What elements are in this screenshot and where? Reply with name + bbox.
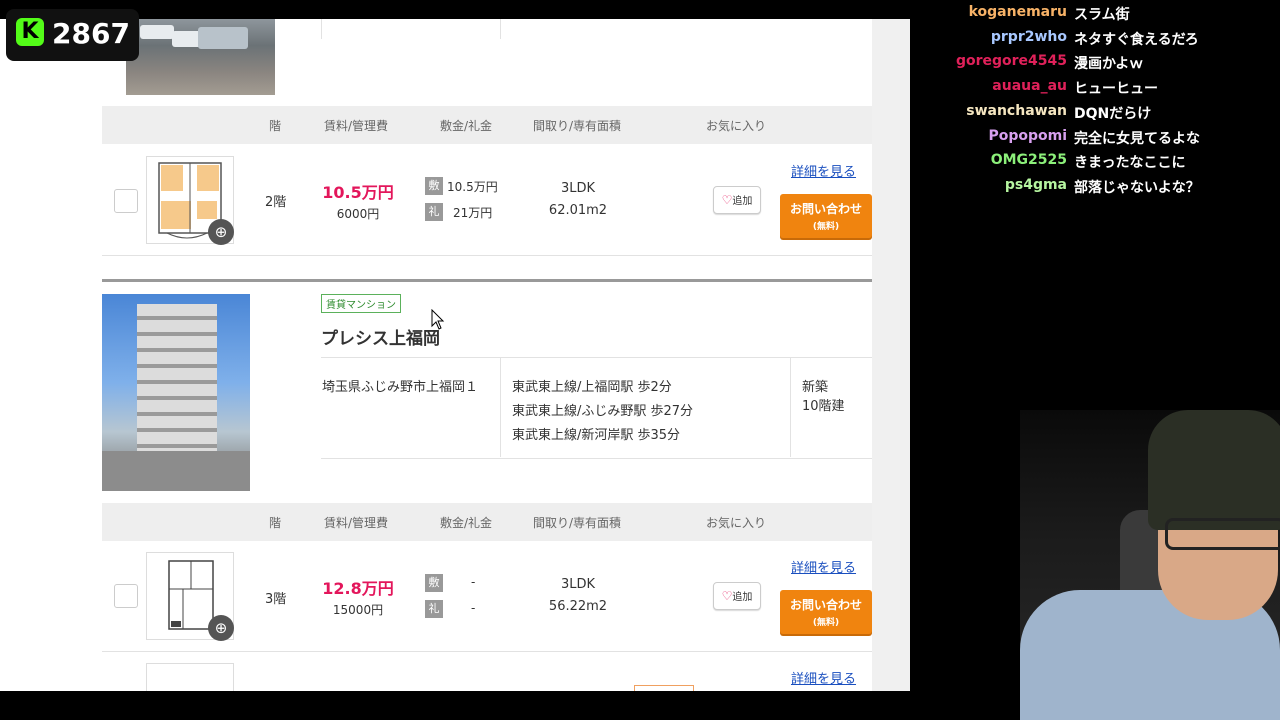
inquiry-button[interactable]: お問い合わせ (無料) <box>780 194 872 238</box>
new-badge-partial <box>634 685 694 691</box>
info-column-divider <box>790 357 791 457</box>
chat-username: koganemaru <box>968 4 1067 20</box>
inquiry-sub-label: (無料) <box>812 222 840 232</box>
unit-table-header: 階 賃料/管理費 敷金/礼金 間取り/専有面積 お気に入り <box>102 503 872 541</box>
header-floor: 階 <box>269 516 282 530</box>
header-layout: 間取り/専有面積 <box>533 516 622 530</box>
chat-message: ps4gma 部落じゃないよな？ <box>910 177 1280 201</box>
key-money-badge: 礼 <box>425 600 443 618</box>
info-divider <box>321 458 872 459</box>
heart-icon: ♡ <box>721 589 733 603</box>
kick-logo-icon: K <box>16 18 44 46</box>
favorite-label: 追加 <box>732 592 753 603</box>
header-rent: 賃料/管理費 <box>324 119 389 133</box>
key-money-badge: 礼 <box>425 203 443 221</box>
header-deposit: 敷金/礼金 <box>440 119 493 133</box>
unit-key-money: - <box>471 601 476 615</box>
row-divider <box>102 651 872 652</box>
chat-text: DQNだらけ <box>1074 105 1152 122</box>
station-access: 東武東上線/ふじみ野駅 歩27分 <box>512 404 694 419</box>
building-floors: 10階建 <box>802 399 845 414</box>
header-layout: 間取り/専有面積 <box>533 119 622 133</box>
info-column-divider <box>500 357 501 457</box>
favorite-label: 追加 <box>732 196 753 207</box>
unit-rent: 10.5万円 <box>322 183 394 202</box>
deposit-badge: 敷 <box>425 177 443 195</box>
listing-page: 階 賃料/管理費 敷金/礼金 間取り/専有面積 お気に入り ⊕ 2階 10.5万… <box>0 19 910 691</box>
unit-deposit: 10.5万円 <box>447 180 498 194</box>
chat-username: Popopomi <box>988 127 1067 144</box>
building-divider <box>102 279 872 282</box>
unit-rent: 12.8万円 <box>322 579 394 598</box>
unit-select-checkbox[interactable] <box>114 584 138 608</box>
chat-username: OMG2525 <box>990 152 1067 169</box>
view-details-link[interactable]: 詳細を見る <box>791 668 856 687</box>
chat-text: 完全に女見てるよな <box>1074 130 1200 147</box>
building-name[interactable]: プレシス上福岡 <box>321 324 440 349</box>
view-details-link[interactable]: 詳細を見る <box>791 161 856 180</box>
property-type-badge: 賃貸マンション <box>321 294 401 313</box>
chat-text: きまったなここに <box>1074 155 1186 172</box>
unit-admin-fee: 6000円 <box>336 207 380 221</box>
chat-username: prpr2who <box>990 28 1067 45</box>
chat-username: swanchawan <box>966 102 1067 119</box>
building-photo-previous[interactable] <box>126 19 275 95</box>
unit-select-checkbox[interactable] <box>114 189 138 213</box>
inquiry-label: お問い合わせ <box>789 202 862 216</box>
chat-username: ps4gma <box>1004 176 1067 193</box>
heart-icon: ♡ <box>721 193 733 207</box>
zoom-in-icon[interactable]: ⊕ <box>208 615 234 641</box>
chat-text: ネタすぐ食えるだろ <box>1074 31 1199 48</box>
header-deposit: 敷金/礼金 <box>440 516 493 530</box>
chat-text: 部落じゃないよな？ <box>1074 179 1200 196</box>
header-favorite: お気に入り <box>706 119 767 133</box>
station-access: 東武東上線/新河岸駅 歩35分 <box>512 428 681 443</box>
unit-area: 62.01m2 <box>548 203 608 218</box>
chat-text: 漫画かよｗ <box>1074 56 1144 73</box>
chat-username: goregore4545 <box>955 53 1067 70</box>
header-floor: 階 <box>269 119 282 133</box>
webcam-feed <box>1020 410 1280 720</box>
chat-text: ヒューヒュー <box>1074 81 1158 98</box>
chat-message: goregore4545 漫画かよｗ <box>910 53 1280 77</box>
chat-message: OMG2525 きまったなここに <box>910 152 1280 176</box>
unit-layout: 3LDK <box>560 181 596 196</box>
scrollbar[interactable] <box>872 19 910 691</box>
inquiry-button[interactable]: お問い合わせ (無料) <box>780 590 872 634</box>
unit-layout: 3LDK <box>560 577 596 592</box>
header-rent: 賃料/管理費 <box>324 516 389 530</box>
row-divider <box>102 255 872 256</box>
chat-message: prpr2who ネタすぐ食えるだろ <box>910 29 1280 53</box>
chat-overlay: koganemaru スラム街 prpr2who ネタすぐ食えるだろ goregore4… <box>910 0 1280 420</box>
unit-area: 56.22m2 <box>548 599 608 614</box>
viewer-count: 2867 <box>52 17 130 50</box>
building-age: 新築 <box>802 380 829 395</box>
viewer-counter: K 2867 <box>6 9 139 61</box>
chat-message: swanchawan DQNだらけ <box>910 103 1280 127</box>
station-access: 東武東上線/上福岡駅 歩2分 <box>512 380 672 395</box>
add-favorite-button[interactable]: ♡追加 <box>713 582 761 610</box>
unit-floor: 2階 <box>265 195 287 210</box>
unit-table-header: 階 賃料/管理費 敷金/礼金 間取り/専有面積 お気に入り <box>102 106 872 144</box>
unit-key-money: 21万円 <box>453 206 493 220</box>
unit-deposit: - <box>471 575 476 589</box>
mouse-cursor-icon <box>431 309 445 330</box>
chat-text: スラム街 <box>1074 7 1130 23</box>
chat-message: koganemaru スラム街 <box>910 4 1280 28</box>
inquiry-sub-label: (無料) <box>812 618 840 628</box>
unit-floor: 3階 <box>265 592 287 607</box>
header-favorite: お気に入り <box>706 516 767 530</box>
chat-username: auaua_au <box>992 78 1067 95</box>
building-address: 埼玉県ふじみ野市上福岡１ <box>322 380 479 395</box>
floorplan-thumbnail[interactable] <box>146 663 234 691</box>
zoom-in-icon[interactable]: ⊕ <box>208 219 234 245</box>
add-favorite-button[interactable]: ♡追加 <box>713 186 761 214</box>
deposit-badge: 敷 <box>425 574 443 592</box>
building-photo[interactable] <box>102 294 250 491</box>
unit-admin-fee: 15000円 <box>332 603 384 617</box>
chat-message: Popopomi 完全に女見てるよな <box>910 128 1280 152</box>
chat-message: auaua_au ヒューヒュー <box>910 78 1280 102</box>
view-details-link[interactable]: 詳細を見る <box>791 557 856 576</box>
inquiry-label: お問い合わせ <box>789 598 862 612</box>
